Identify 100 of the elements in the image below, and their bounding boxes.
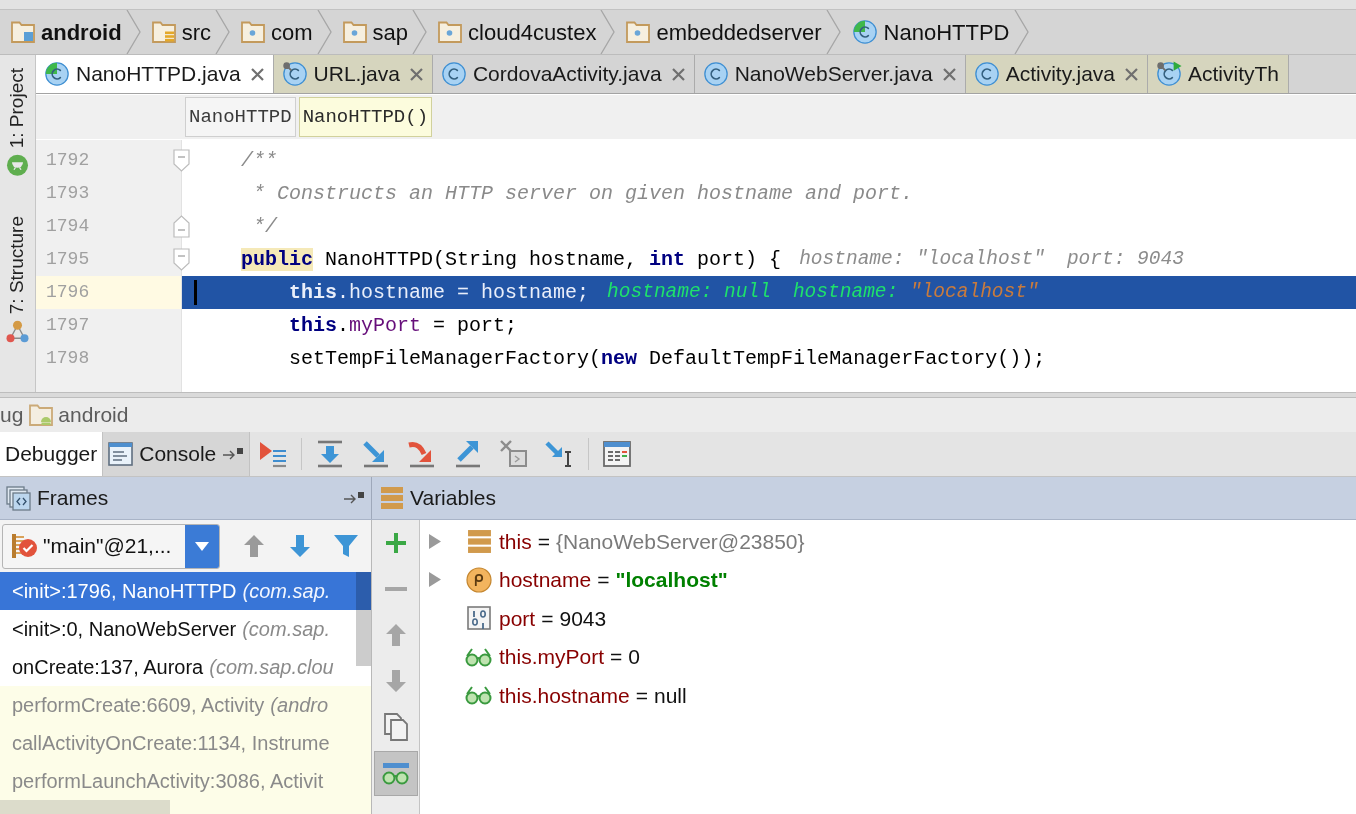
spreadsheet-icon[interactable] — [603, 441, 632, 467]
close-icon[interactable] — [671, 67, 685, 81]
tool-window-title: ug — [0, 402, 24, 429]
triangle-lines-icon[interactable] — [258, 439, 289, 469]
close-icon[interactable] — [250, 67, 264, 81]
line-number: 1797 — [46, 314, 90, 337]
inline-value-hint: port: 9043 — [1066, 246, 1184, 272]
arrow-up-icon[interactable] — [243, 534, 265, 558]
circle-c-icon — [702, 61, 729, 87]
folder-icon — [151, 21, 176, 43]
circle-c-icon — [281, 61, 308, 87]
circle-c-icon — [440, 61, 467, 87]
editor-tab[interactable]: URL.java — [273, 55, 433, 93]
inline-value-hint: hostname: "localhost" — [799, 246, 1045, 272]
fold-marker-icon[interactable] — [173, 215, 190, 238]
cross-frame-icon[interactable] — [499, 439, 530, 469]
chevron-icon — [825, 10, 841, 54]
debug-tab[interactable]: Console — [103, 432, 251, 476]
configuration-name: android — [58, 402, 129, 429]
chevron-icon — [125, 10, 141, 54]
chevron-icon — [600, 10, 616, 54]
android-icon — [6, 154, 29, 177]
breadcrumb-item[interactable]: sap — [331, 10, 413, 54]
breadcrumb-item[interactable]: embeddedserver — [615, 10, 826, 54]
console-window-icon — [108, 442, 134, 466]
code-text: setTempFileManagerFactory(new DefaultTempFileManagerFactory()); — [289, 345, 1046, 372]
breadcrumb-item[interactable]: cloud4custex — [427, 10, 601, 54]
chevron-icon — [1013, 10, 1029, 54]
line-number: 1793 — [46, 182, 90, 205]
line-number: 1798 — [46, 347, 90, 370]
chevron-icon — [316, 10, 332, 54]
glasses-icon — [465, 646, 493, 667]
scrollbar-thumb[interactable] — [356, 572, 371, 666]
folder-icon — [11, 21, 35, 43]
close-icon[interactable] — [942, 67, 956, 81]
fold-marker-icon[interactable] — [173, 248, 190, 271]
breadcrumb-item[interactable]: NanoHTTPD — [840, 10, 1014, 54]
chevron-icon — [412, 10, 428, 54]
glasses-icon — [465, 685, 493, 706]
thread-selector[interactable]: "main"@21,... — [2, 523, 220, 569]
tool-window-button[interactable]: 1: Project — [1, 68, 34, 177]
breadcrumb-item[interactable]: src — [140, 10, 215, 54]
code-text: /** — [241, 147, 278, 174]
breadcrumb-item[interactable]: android — [0, 10, 126, 54]
editor-tab[interactable]: Activity.java — [965, 55, 1148, 93]
close-icon[interactable] — [409, 67, 423, 81]
stacked-bars-icon — [466, 528, 492, 554]
navigation-chip[interactable]: NanoHTTPD() — [298, 97, 433, 137]
expand-arrow-icon[interactable] — [428, 532, 442, 550]
arrow-up-icon[interactable] — [384, 623, 407, 647]
circle-c-icon — [851, 19, 878, 45]
fold-marker-icon[interactable] — [173, 149, 190, 172]
variable-label: port = 9043 — [499, 605, 607, 632]
copy-icon[interactable] — [383, 713, 408, 741]
folder-icon — [241, 21, 265, 43]
glasses-icon — [380, 761, 411, 786]
line-number: 1796 — [46, 281, 90, 304]
folder-icon — [438, 21, 463, 43]
editor-tab[interactable]: NanoHTTPD.java — [36, 55, 274, 93]
folder-icon — [626, 21, 651, 43]
binary-tile-icon — [467, 606, 491, 631]
code-text: public NanoHTTPD(String hostname, int port) { — [241, 246, 782, 273]
circle-c-icon — [1156, 61, 1182, 87]
chevron-icon — [215, 10, 230, 54]
folder-icon — [342, 21, 367, 43]
node-graph-icon — [5, 320, 30, 345]
dropdown-button[interactable] — [185, 524, 219, 568]
folder-icon — [29, 404, 54, 426]
circle-c-icon — [44, 61, 70, 87]
line-number: 1794 — [46, 215, 90, 238]
code-text: * Constructs an HTTP server on given hostname and port. — [253, 180, 914, 207]
watches-toggle[interactable] — [373, 751, 418, 796]
code-text: this.hostname = hostname; — [289, 279, 590, 306]
plus-icon[interactable] — [384, 532, 407, 554]
scrollbar-thumb[interactable] — [0, 800, 170, 814]
circle-c-icon — [973, 61, 1000, 87]
pin-arrow-icon[interactable] — [343, 491, 365, 505]
stacked-windows-icon — [6, 485, 31, 511]
line-number: 1795 — [46, 248, 90, 271]
thread-check-icon — [10, 532, 38, 560]
text-caret — [194, 280, 197, 305]
minus-icon[interactable] — [384, 587, 407, 591]
line-number: 1792 — [46, 149, 90, 172]
stacked-bars-icon — [380, 486, 404, 510]
tool-window-button[interactable]: 7: Structure — [1, 216, 34, 345]
arrow-down-icon[interactable] — [289, 534, 311, 558]
panel-title: Variables — [410, 485, 496, 512]
variable-label: hostname = "localhost" — [499, 567, 728, 593]
filter-icon[interactable] — [333, 534, 359, 558]
editor-tab[interactable]: ActivityTh — [1148, 55, 1289, 93]
arrow-down-icon[interactable] — [384, 669, 407, 693]
close-icon[interactable] — [1125, 67, 1138, 81]
debug-tab[interactable]: Debugger — [0, 432, 104, 476]
navigation-chip[interactable]: NanoHTTPD — [185, 97, 296, 137]
expand-arrow-icon[interactable] — [428, 571, 442, 589]
variable-label: this.hostname = null — [499, 682, 687, 709]
stack-frame-item[interactable]: <init>:1796, NanoHTTPD (com.sap. — [0, 572, 371, 610]
inline-value-hint: hostname: "localhost" — [792, 279, 1039, 305]
breadcrumb-item[interactable]: com — [230, 10, 317, 54]
pin-arrow-icon[interactable] — [222, 447, 245, 461]
